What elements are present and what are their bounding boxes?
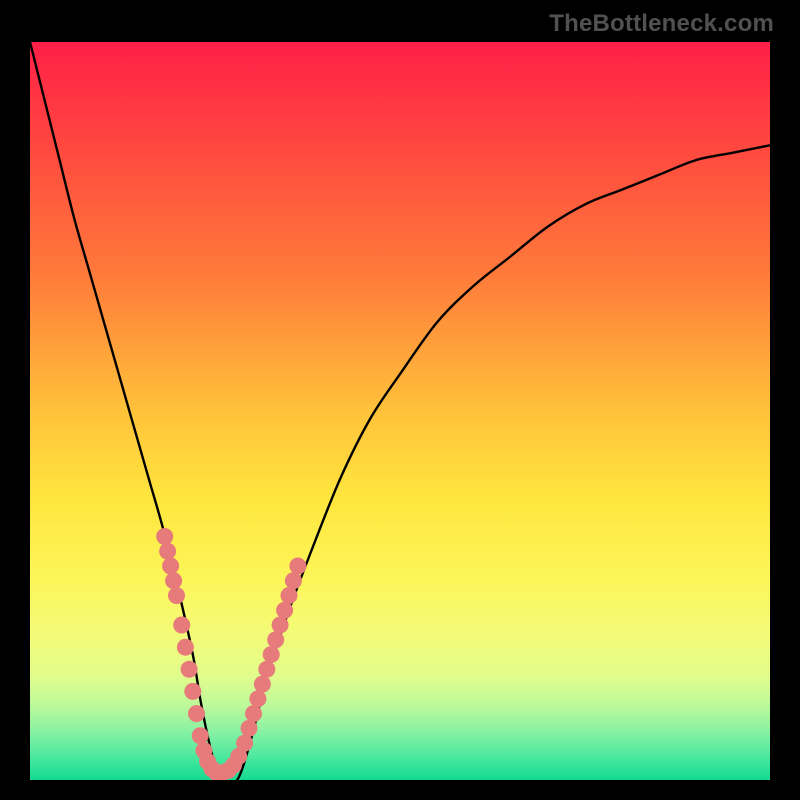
highlight-dot xyxy=(156,528,173,545)
highlight-dot xyxy=(267,631,284,648)
highlight-dot xyxy=(258,661,275,678)
highlight-dot xyxy=(285,572,302,589)
highlight-dot xyxy=(173,617,190,634)
highlight-dot xyxy=(281,587,298,604)
highlight-dot xyxy=(168,587,185,604)
curve-layer xyxy=(30,42,770,780)
highlight-dot xyxy=(263,646,280,663)
highlight-dot xyxy=(241,720,258,737)
highlight-dot xyxy=(254,676,271,693)
highlight-dot xyxy=(192,727,209,744)
highlight-dot xyxy=(184,683,201,700)
highlight-dot xyxy=(165,572,182,589)
highlight-dot xyxy=(276,602,293,619)
highlight-dot xyxy=(236,735,253,752)
highlight-dot xyxy=(159,543,176,560)
highlight-dot xyxy=(249,690,266,707)
highlight-dot xyxy=(272,617,289,634)
highlight-dot xyxy=(177,639,194,656)
watermark-label: TheBottleneck.com xyxy=(549,10,774,38)
highlight-dot xyxy=(162,558,179,575)
bottleneck-curve xyxy=(30,42,770,780)
highlight-dot xyxy=(245,705,262,722)
highlight-dot xyxy=(188,705,205,722)
chart-root: TheBottleneck.com xyxy=(0,0,800,800)
plot-area xyxy=(30,42,770,780)
highlight-dot xyxy=(289,558,306,575)
highlight-dot xyxy=(181,661,198,678)
highlight-dots xyxy=(156,528,306,780)
